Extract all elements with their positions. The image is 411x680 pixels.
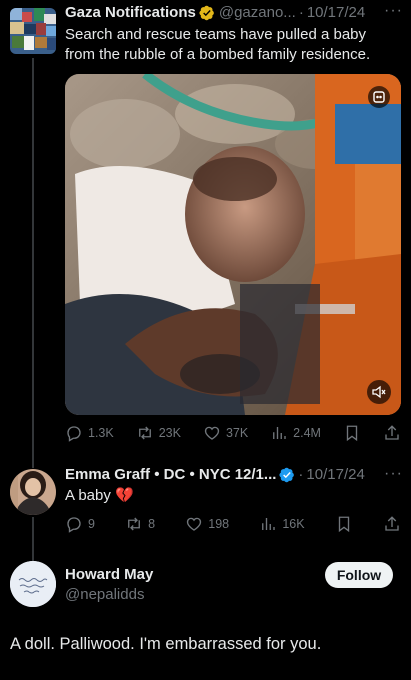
bookmark-icon (346, 425, 358, 442)
avatar-howard-may[interactable] (10, 561, 56, 607)
follow-button[interactable]: Follow (325, 562, 393, 588)
repost-button[interactable]: 23K (136, 424, 181, 442)
thread-line (32, 58, 34, 468)
author-handle[interactable]: @nepalidds (65, 585, 144, 605)
separator-dot: · (298, 466, 304, 483)
views-icon (273, 427, 286, 439)
tweet-gaza-notifications[interactable]: Gaza Notifications @gazano... · 10/17/24… (0, 0, 411, 468)
bookmark-icon (338, 516, 349, 533)
tweet-emma-graff[interactable]: Emma Graff • DC • NYC 12/1... · 10/17/24… (0, 455, 411, 561)
heart-icon (204, 426, 220, 440)
author-handle[interactable]: @gazano... (219, 3, 296, 23)
like-count: 37K (225, 426, 249, 440)
tweet-text-line: Search and rescue teams have pulled a ba… (65, 26, 367, 43)
thread-line-top (32, 455, 34, 467)
like-count: 198 (208, 517, 230, 531)
repost-icon (128, 517, 141, 531)
views-button[interactable]: 16K (259, 515, 305, 533)
verified-badge-icon (279, 467, 295, 483)
avatar-handwriting-image (10, 561, 56, 607)
tweet-text-content: A baby (65, 487, 111, 504)
reply-count: 1.3K (88, 426, 114, 440)
tweet-text: A doll. Palliwood. I'm embarrassed for y… (10, 633, 321, 655)
verified-badge-icon (199, 5, 214, 21)
author-name[interactable]: Emma Graff • DC • NYC 12/1... (65, 465, 276, 485)
tweet-text: Search and rescue teams have pulled a ba… (65, 25, 370, 65)
views-count: 16K (282, 517, 305, 531)
bookmark-button[interactable] (335, 515, 353, 533)
tweet-text: A baby 💔 (65, 486, 134, 506)
views-count: 2.4M (293, 426, 321, 440)
share-icon (385, 516, 399, 531)
tweet-date[interactable]: 10/17/24 (307, 3, 365, 23)
share-button[interactable] (383, 424, 401, 442)
broken-heart-emoji: 💔 (115, 487, 134, 504)
mute-icon[interactable] (367, 380, 391, 404)
video-frame-image (65, 74, 401, 415)
tweet-actions: 1.3K 23K 37K 2.4M (65, 424, 401, 442)
reply-icon (67, 426, 81, 442)
heart-icon (187, 517, 202, 531)
bookmark-button[interactable] (343, 424, 361, 442)
repost-button[interactable]: 8 (125, 515, 155, 533)
like-button[interactable]: 198 (185, 515, 229, 533)
tweet-header: Howard May (65, 565, 153, 585)
more-icon[interactable]: ··· (384, 465, 403, 483)
avatar-emma-graff[interactable] (10, 469, 56, 515)
tweet-text-content: A doll. Palliwood. I'm embarrassed for y… (10, 635, 322, 653)
reply-count: 9 (88, 517, 95, 531)
reply-icon (67, 517, 81, 533)
separator-dot: · (298, 4, 304, 21)
expand-icon[interactable] (368, 86, 390, 108)
author-name[interactable]: Howard May (65, 565, 153, 585)
reply-button[interactable]: 9 (65, 515, 95, 533)
more-icon[interactable]: ··· (384, 2, 403, 20)
like-button[interactable]: 37K (203, 424, 248, 442)
tweet-header: Emma Graff • DC • NYC 12/1... · 10/17/24 (65, 465, 365, 485)
tweet-video[interactable] (65, 74, 401, 415)
share-button[interactable] (383, 515, 401, 533)
repost-count: 23K (158, 426, 181, 440)
tweet-text-line: from the rubble of a bombed family resid… (65, 46, 371, 63)
tweet-date[interactable]: 10/17/24 (306, 465, 364, 485)
tweet-handle-row: @nepalidds (65, 585, 144, 605)
author-name[interactable]: Gaza Notifications (65, 3, 196, 23)
reply-button[interactable]: 1.3K (65, 424, 114, 442)
share-icon (385, 425, 399, 440)
repost-icon (138, 426, 151, 440)
tweet-header: Gaza Notifications @gazano... · 10/17/24 (65, 3, 365, 23)
repost-count: 8 (148, 517, 156, 531)
views-icon (262, 518, 276, 530)
avatar-gaza-notifications[interactable] (10, 8, 56, 54)
views-button[interactable]: 2.4M (270, 424, 321, 442)
tweet-actions: 9 8 198 16K (65, 515, 401, 533)
